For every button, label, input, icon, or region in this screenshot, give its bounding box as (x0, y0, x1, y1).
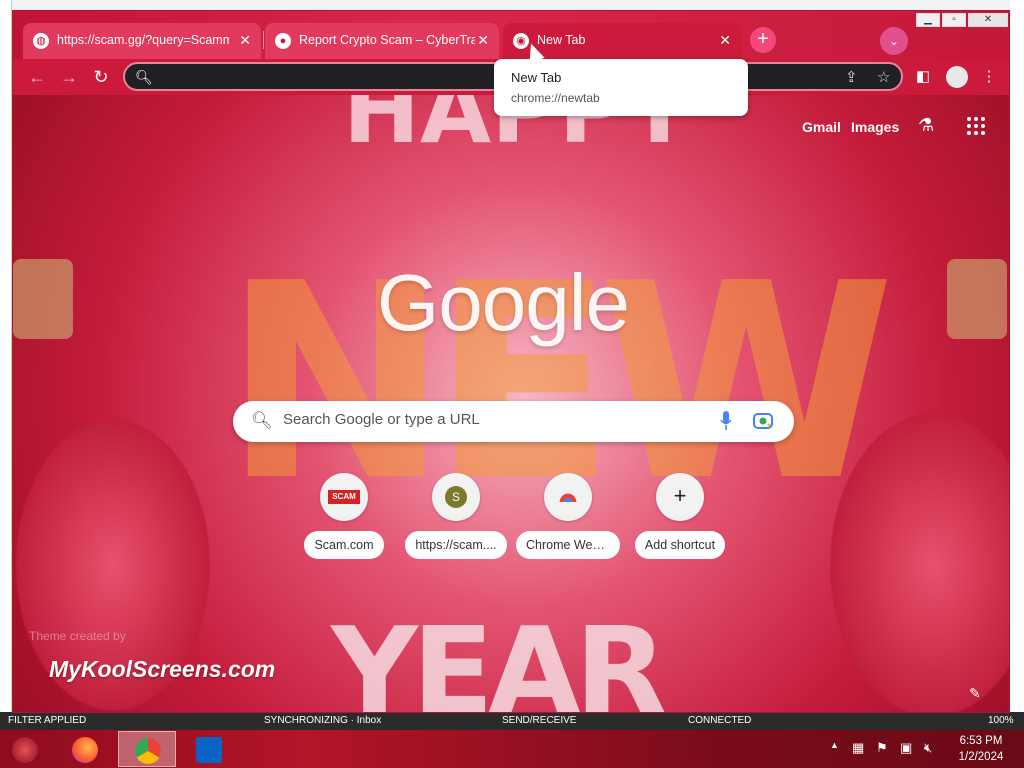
google-apps-icon[interactable] (967, 117, 985, 135)
google-lens-icon[interactable] (753, 412, 773, 430)
tooltip-url: chrome://newtab (511, 91, 600, 105)
google-logo: Google (377, 258, 630, 347)
clock-date: 1/2/2024 (958, 751, 1004, 763)
letter-s-icon: S (432, 473, 480, 521)
scam-logo-text: SCAM (328, 490, 360, 504)
clock-time: 6:53 PM (959, 735, 1003, 747)
page-icon: ● (275, 33, 291, 49)
labs-flask-icon[interactable]: ⚗ (918, 115, 934, 136)
windows-taskbar: ▲ ▦ ⚑ ▣ 🔇︎ 6:53 PM 1/2/2024 (0, 730, 1024, 768)
profile-avatar-icon[interactable] (946, 66, 968, 88)
tab-hover-tooltip: New Tab chrome://newtab (494, 59, 748, 116)
ornament-cap-right (947, 259, 1007, 339)
tab-title: https://scam.gg/?query=Scamm (57, 33, 229, 47)
shortcut-scam-com[interactable]: SCAM Scam.com (292, 473, 396, 564)
reload-button[interactable]: ↻ (91, 67, 111, 87)
side-panel-icon[interactable]: ◧ (913, 67, 933, 85)
theme-credit-link[interactable]: MyKoolScreens.com (49, 656, 275, 683)
outlook-window-edge-right (1010, 0, 1024, 715)
shortcut-label: https://scam.... (405, 531, 507, 559)
volume-muted-icon[interactable]: 🔇︎ (924, 740, 932, 756)
bookmark-star-icon[interactable]: ☆ (877, 68, 890, 86)
background-word-bottom: YEAR (331, 603, 667, 713)
close-tab-icon[interactable]: ✕ (477, 32, 489, 49)
network-share-icon[interactable]: ▦ (852, 740, 864, 756)
add-icon-glyph: + (673, 483, 687, 508)
search-input[interactable] (283, 411, 703, 428)
outlook-icon (196, 737, 222, 763)
add-icon: + (656, 473, 704, 521)
network-icon[interactable]: ▣ (900, 740, 912, 756)
tab-title: New Tab (537, 33, 586, 47)
scam-logo-icon: SCAM (320, 473, 368, 521)
tab-scam-gg[interactable]: ◍ https://scam.gg/?query=Scamm ✕ (23, 23, 261, 59)
shortcut-label: Scam.com (304, 531, 384, 559)
chrome-icon (135, 738, 161, 764)
new-tab-page: HAPPY NEW YEAR Gmail Images ⚗ Google 🔍︎ (13, 95, 1009, 713)
shortcut-chrome-web-store[interactable]: Chrome Web ... (516, 473, 620, 564)
outlook-status-bar: FILTER APPLIED SYNCHRONIZING · Inbox SEN… (0, 712, 1024, 730)
action-center-flag-icon[interactable]: ⚑ (876, 740, 888, 756)
shortcut-scam-url[interactable]: S https://scam.... (404, 473, 508, 564)
connection-status: CONNECTED (688, 715, 752, 726)
search-icon: 🔍︎ (251, 411, 273, 430)
tab-report-crypto-scam[interactable]: ● Report Crypto Scam – CyberTrail ✕ (265, 23, 499, 59)
sendreceive-status: SEND/RECEIVE (502, 715, 577, 726)
filter-status: FILTER APPLIED (8, 715, 87, 726)
voice-search-icon[interactable] (720, 411, 732, 431)
close-tab-icon[interactable]: ✕ (719, 32, 731, 49)
close-window-button[interactable]: ✕ (968, 13, 1008, 27)
taskbar-outlook[interactable] (180, 731, 238, 767)
chrome-web-store-icon (544, 473, 592, 521)
globe-icon: ◍ (33, 33, 49, 49)
firefox-icon (72, 737, 98, 763)
shortcut-label: Add shortcut (634, 531, 726, 559)
outlook-window-edge-left (0, 0, 12, 715)
customize-pencil-icon[interactable]: ✎ (969, 685, 981, 702)
tab-title: Report Crypto Scam – CyberTrail (299, 33, 475, 47)
sync-status: SYNCHRONIZING · Inbox (264, 715, 382, 726)
shortcut-add[interactable]: + Add shortcut (628, 473, 732, 564)
search-icon: 🔍︎ (135, 69, 153, 85)
back-button[interactable]: ← (27, 67, 47, 87)
close-tab-icon[interactable]: ✕ (239, 32, 251, 49)
new-tab-button[interactable]: + (750, 27, 776, 53)
theme-credit-label: Theme created by (29, 629, 126, 643)
start-button[interactable] (0, 731, 52, 767)
gmail-link[interactable]: Gmail (802, 119, 841, 135)
restore-button[interactable]: ▫ (942, 13, 966, 27)
search-box[interactable]: 🔍︎ (233, 401, 794, 442)
shortcut-label: Chrome Web ... (516, 531, 620, 559)
share-icon[interactable]: ⇪ (845, 68, 858, 86)
letter-s-text: S (445, 486, 467, 508)
start-ornament-icon (12, 737, 38, 763)
tab-strip: ◍ https://scam.gg/?query=Scamm ✕ ● Repor… (13, 11, 1009, 59)
system-clock[interactable]: 6:53 PM 1/2/2024 (952, 733, 1010, 765)
tab-search-button[interactable]: ⌄ (880, 27, 908, 55)
forward-button[interactable]: → (59, 67, 79, 87)
images-link[interactable]: Images (851, 119, 899, 135)
menu-kebab-icon[interactable]: ⋮ (979, 67, 999, 85)
show-hidden-icons-icon[interactable]: ▲ (830, 740, 839, 750)
taskbar-chrome[interactable] (118, 731, 176, 767)
ornament-cap-left (13, 259, 73, 339)
minimize-button[interactable]: ▁ (916, 13, 940, 27)
taskbar-firefox[interactable] (56, 731, 114, 767)
tooltip-title: New Tab (511, 70, 562, 85)
zoom-level: 100% (988, 715, 1014, 726)
tab-separator (263, 31, 264, 49)
